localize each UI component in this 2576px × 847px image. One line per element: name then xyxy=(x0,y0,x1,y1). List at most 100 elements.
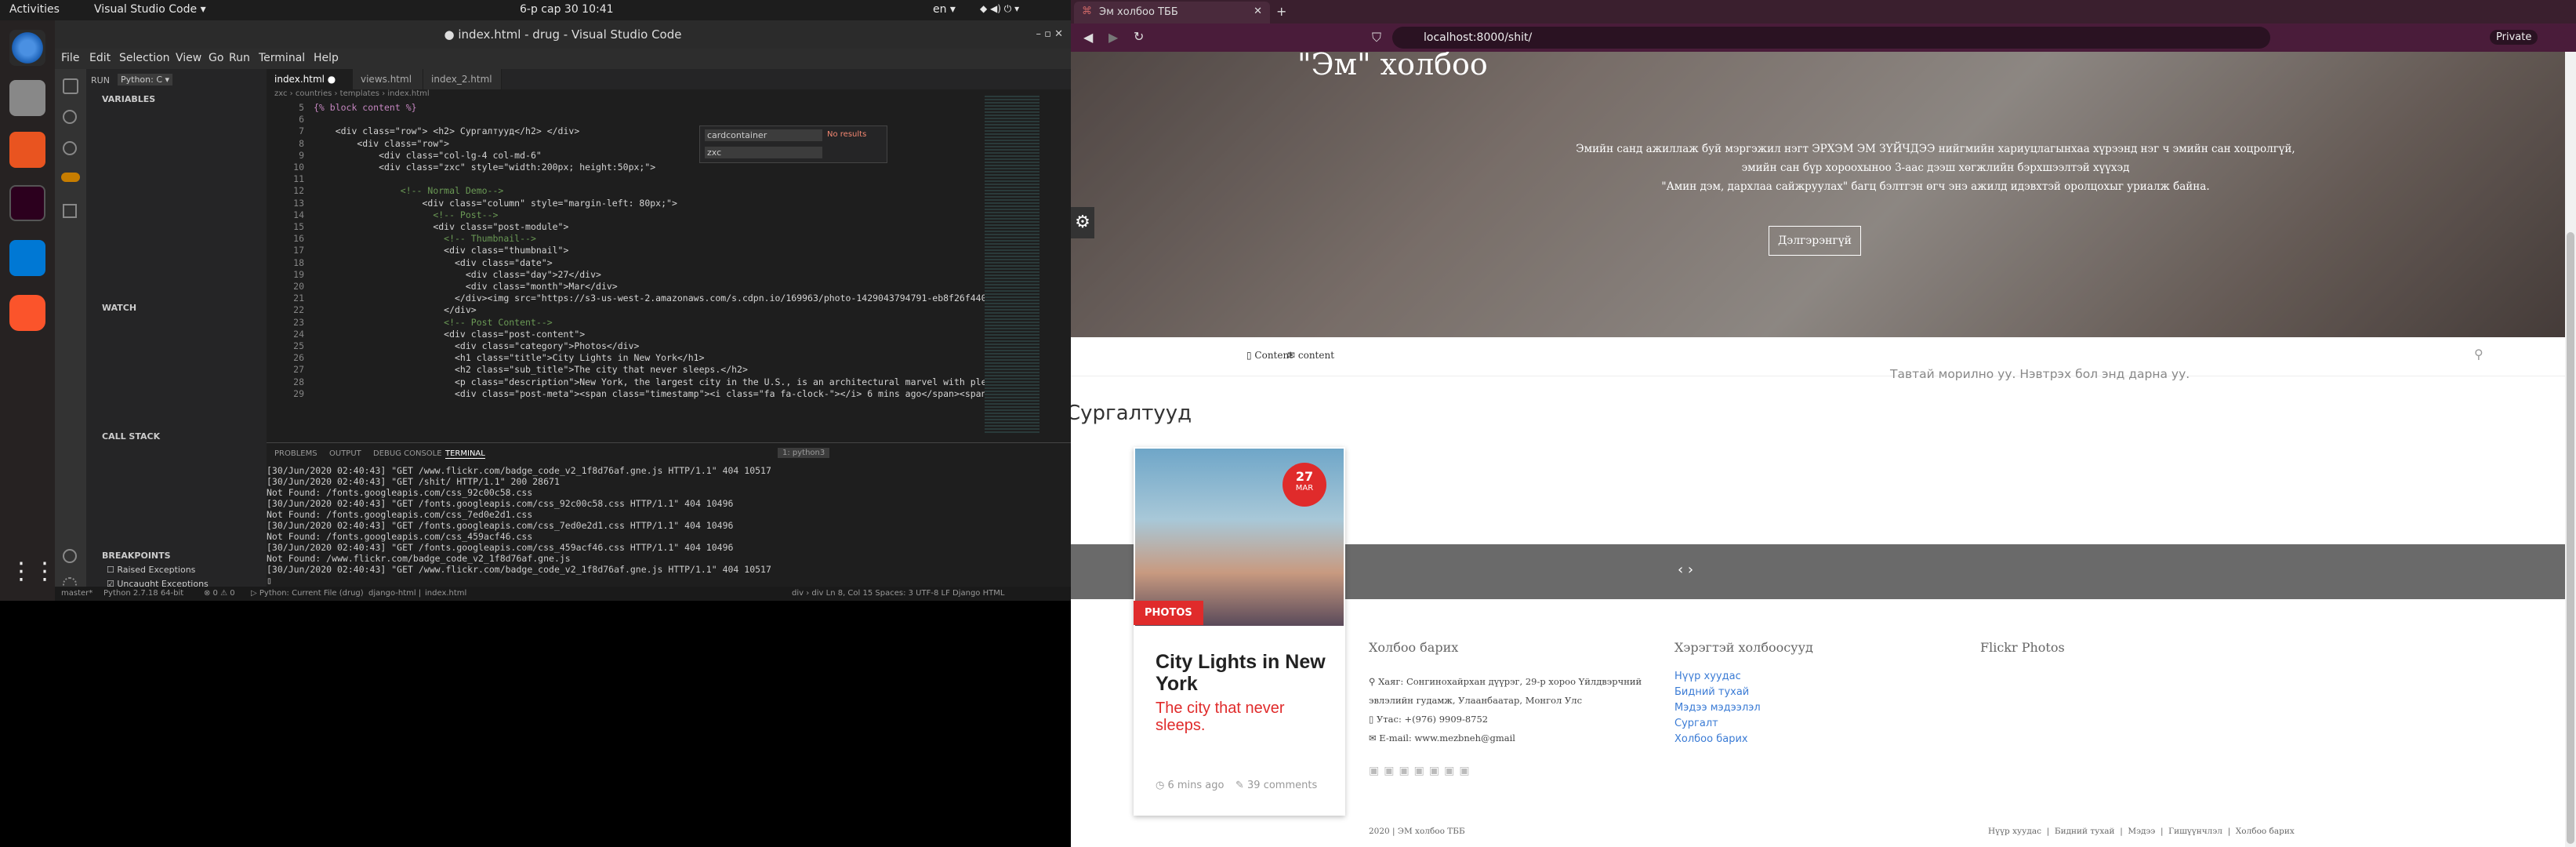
user-icon[interactable]: ⚲ xyxy=(2474,347,2483,362)
footer-link-about[interactable]: Бидний тухай xyxy=(1674,685,1910,700)
tab-problems[interactable]: PROBLEMS xyxy=(274,449,317,458)
menu-selection[interactable]: Selection xyxy=(119,52,170,64)
code-line[interactable]: <!-- Post--> xyxy=(314,209,498,220)
code-line[interactable]: </div><img src="https://s3-us-west-2.ama… xyxy=(314,293,1003,304)
code-line[interactable]: <div class="date"> xyxy=(314,257,553,268)
chromium-icon[interactable] xyxy=(9,30,45,66)
new-tab-button[interactable]: + xyxy=(1276,4,1286,19)
keyboard-layout[interactable]: en ▾ xyxy=(933,3,956,16)
details-button[interactable]: Дэлгэрэнгүй xyxy=(1769,226,1861,256)
python-interpreter[interactable]: Python 2.7.18 64-bit xyxy=(103,589,183,598)
menu-file[interactable]: File xyxy=(61,52,79,64)
files-icon[interactable] xyxy=(9,80,45,116)
address-bar[interactable]: localhost:8000/shit/ xyxy=(1392,27,2270,49)
apps-grid-icon[interactable]: ⋮⋮ xyxy=(9,554,56,590)
welcome-text[interactable]: Тавтай морилно уу. Нэвтрэх бол энд дарна… xyxy=(1890,367,2190,381)
post-comments[interactable]: ✎ 39 comments xyxy=(1235,780,1317,791)
activities-button[interactable]: Activities xyxy=(9,3,60,16)
code-line[interactable]: <div class="day">27</div> xyxy=(314,269,601,280)
breakpoints-header[interactable]: BREAKPOINTS xyxy=(102,551,171,561)
code-editor[interactable]: zxc › countries › templates › index.html… xyxy=(267,89,1071,442)
code-line[interactable]: <h2 class="sub_title">The city that neve… xyxy=(314,364,748,375)
footer-link-home[interactable]: Нүүр хуудас xyxy=(1674,669,1910,685)
extensions-icon[interactable] xyxy=(63,204,77,218)
terminal-icon[interactable] xyxy=(9,185,45,221)
nav-content-1[interactable]: ▯ Content xyxy=(1246,350,1293,361)
bookmark-icon[interactable]: ⛉ xyxy=(1372,30,1381,45)
breakpoint-raised[interactable]: ☐ Raised Exceptions xyxy=(107,565,195,575)
close-tab-icon[interactable]: ✕ xyxy=(1254,5,1262,17)
nav-content-2[interactable]: ✉ content xyxy=(1287,350,1334,361)
window-controls[interactable]: – ▫ ✕ xyxy=(1036,28,1063,40)
cursor-position[interactable]: div › div Ln 8, Col 15 Spaces: 3 UTF-8 L… xyxy=(792,589,1004,598)
scrollbar-thumb[interactable] xyxy=(2567,232,2574,844)
problems-count[interactable]: ⊗ 0 ⚠ 0 xyxy=(204,589,235,598)
footer-bottom-links[interactable]: Нүүр хуудас | Бидний тухай | Мэдээ | Гиш… xyxy=(1988,827,2295,836)
code-line[interactable]: <!-- Thumbnail--> xyxy=(314,233,536,244)
code-line[interactable]: <!-- Normal Demo--> xyxy=(314,185,504,196)
code-line[interactable]: <p class="description">New York, the lar… xyxy=(314,376,1003,387)
explorer-icon[interactable] xyxy=(63,78,78,94)
call-stack-header[interactable]: CALL STACK xyxy=(102,431,160,442)
code-line[interactable]: <div class="post-content"> xyxy=(314,329,585,340)
brave-icon[interactable] xyxy=(9,295,45,331)
code-line[interactable]: <div class="thumbnail"> xyxy=(314,245,568,256)
social-icons[interactable]: ▣▣▣▣▣▣▣ xyxy=(1369,765,1651,777)
post-title[interactable]: City Lights in New York xyxy=(1156,651,1328,695)
post-category[interactable]: PHOTOS xyxy=(1134,601,1203,625)
code-line[interactable]: <div class="post-meta"><span class="time… xyxy=(314,388,1003,399)
code-line[interactable]: <div class="post-module"> xyxy=(314,221,568,232)
code-line[interactable]: <div class="month">Mar</div> xyxy=(314,281,618,292)
settings-gear-icon[interactable]: ⚙ xyxy=(1071,207,1094,238)
menu-view[interactable]: View xyxy=(176,52,201,64)
run-config-status[interactable]: ▷ Python: Current File (drug) xyxy=(251,589,364,598)
tab-output[interactable]: OUTPUT xyxy=(329,449,361,458)
source-control-icon[interactable] xyxy=(63,141,77,155)
watch-header[interactable]: WATCH xyxy=(102,303,136,313)
private-badge[interactable]: Private xyxy=(2490,30,2538,45)
breadcrumb[interactable]: zxc › countries › templates › index.html xyxy=(274,89,430,98)
menu-go[interactable]: Go xyxy=(209,52,223,64)
software-icon[interactable] xyxy=(9,132,45,168)
replace-input[interactable]: zxc xyxy=(705,147,822,158)
code-line[interactable]: <div class="category">Photos</div> xyxy=(314,340,639,351)
code-line[interactable]: {% block content %} xyxy=(314,102,417,113)
file-status[interactable]: index.html xyxy=(425,589,466,598)
footer-link-training[interactable]: Сургалт xyxy=(1674,716,1910,732)
tab-views-html[interactable]: views.html xyxy=(353,69,423,89)
search-icon[interactable] xyxy=(63,110,77,124)
tab-debug-console[interactable]: DEBUG CONSOLE xyxy=(373,449,442,458)
footer-link-news[interactable]: Мэдээ мэдээлэл xyxy=(1674,700,1910,716)
git-branch[interactable]: master* xyxy=(61,589,93,598)
menu-edit[interactable]: Edit xyxy=(89,52,111,64)
post-card[interactable]: 27 MAR PHOTOS City Lights in New York Th… xyxy=(1134,447,1345,816)
tab-index-html[interactable]: index.html ● xyxy=(267,69,353,89)
run-debug-icon[interactable] xyxy=(61,173,80,182)
back-icon[interactable]: ◀ xyxy=(1083,30,1093,45)
code-line[interactable]: <h1 class="title">City Lights in New Yor… xyxy=(314,352,705,363)
menu-terminal[interactable]: Terminal xyxy=(259,52,305,64)
code-line[interactable]: </div> xyxy=(314,304,477,315)
clock[interactable]: 6-р сар 30 10:41 xyxy=(520,3,614,16)
menu-run[interactable]: Run xyxy=(229,52,250,64)
code-line[interactable]: <div class="zxc" style="width:200px; hei… xyxy=(314,162,655,173)
find-input[interactable]: cardcontainer xyxy=(705,129,822,141)
tab-index2-html[interactable]: index_2.html xyxy=(423,69,502,89)
code-line[interactable]: <!-- Post Content--> xyxy=(314,317,552,328)
forward-icon[interactable]: ▶ xyxy=(1108,30,1118,45)
footer-link-contact[interactable]: Холбоо барих xyxy=(1674,732,1910,747)
code-line[interactable]: <div class="col-lg-4 col-md-6" xyxy=(314,150,542,161)
carousel-arrows-icon[interactable]: ‹ › xyxy=(1678,562,1693,578)
code-line[interactable]: <div class="row"> xyxy=(314,138,449,149)
account-icon[interactable] xyxy=(63,549,77,563)
browser-tab[interactable]: ⌘ Эм холбоо ТББ ✕ xyxy=(1074,2,1270,24)
vscode-icon[interactable] xyxy=(9,240,45,276)
terminal-select[interactable]: 1: python3 xyxy=(778,448,830,458)
code-line[interactable]: <div class="row"> <h2> Сургалтууд</h2> <… xyxy=(314,125,580,136)
app-menu[interactable]: Visual Studio Code ▾ xyxy=(94,3,206,16)
minimap[interactable] xyxy=(985,96,1039,433)
network-icon[interactable]: ◆ ◀) ⏻ ▾ xyxy=(980,3,1019,15)
reload-icon[interactable]: ↻ xyxy=(1134,29,1144,44)
terminal-output[interactable]: [30/Jun/2020 02:40:43] "GET /www.flickr.… xyxy=(267,465,1071,586)
language-status[interactable]: django-html | xyxy=(368,589,421,598)
